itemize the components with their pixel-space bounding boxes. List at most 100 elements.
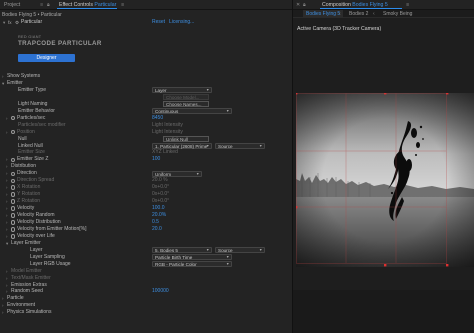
stopwatch-icon[interactable] (11, 171, 16, 176)
menu-icon[interactable]: ≡ (40, 1, 43, 9)
param-value[interactable]: 20.0 (152, 226, 162, 233)
param-dropdown[interactable]: 1. Particular (2608) Prime ▼ (152, 142, 212, 149)
twirl-closed-icon[interactable]: › (6, 288, 8, 295)
reset-link[interactable]: Reset (152, 19, 165, 26)
param-row: › Particles/sec 8450 (0, 115, 292, 122)
fx-icon[interactable]: fx (8, 19, 12, 26)
stopwatch-icon[interactable] (11, 192, 16, 197)
chevron-down-icon: ▼ (259, 248, 263, 253)
param-dropdown[interactable]: RGB - Particle Color ▼ (152, 260, 232, 268)
panel-menu-icon[interactable]: ≡ (121, 1, 124, 9)
comp-tab-bodies-flying-5[interactable]: Bodies Flying 5 (303, 10, 344, 18)
designer-button[interactable]: Designer (18, 54, 75, 62)
twirl-closed-icon[interactable]: › (6, 177, 8, 184)
param-value[interactable]: 0.5 (152, 219, 159, 226)
twirl-closed-icon[interactable]: › (6, 163, 8, 170)
param-row: ▾ Emitter (0, 80, 292, 87)
param-value[interactable]: 8450 (152, 115, 163, 122)
twirl-closed-icon[interactable]: › (2, 302, 4, 309)
composition-frame[interactable] (296, 93, 474, 267)
composition-tab-bar: ✕ 🔒︎ Composition Bodies Flying 5 ≡ (293, 0, 474, 10)
tab-project[interactable]: Project (4, 1, 20, 9)
param-dropdown[interactable]: 5. Bodies 5 ▼ (152, 247, 212, 254)
lock-icon[interactable]: 🔒︎ (303, 1, 306, 9)
param-label: Emitter Behavior (18, 107, 55, 114)
stopwatch-icon[interactable] (11, 199, 16, 204)
twirl-closed-icon[interactable]: › (6, 198, 8, 205)
panel-menu-icon[interactable]: ≡ (406, 1, 409, 9)
composition-sub-tabs: Bodies Flying 5 ‹ Bodies 2 ‹ Smoky Being (293, 10, 474, 18)
chevron-down-icon: ▼ (206, 88, 210, 93)
twirl-open-icon[interactable]: ▾ (2, 80, 4, 87)
dropdown-value: Continuous (155, 109, 179, 115)
breadcrumb: Bodies Flying 5 • Particular (2, 12, 62, 18)
param-dropdown-source[interactable]: Source ▼ (215, 247, 265, 254)
param-row: › Z Rotation 0x+0.0° (0, 198, 292, 205)
stopwatch-icon[interactable] (11, 220, 16, 225)
param-value[interactable]: 100.0 (152, 205, 165, 212)
twirl-closed-icon[interactable]: › (6, 282, 8, 289)
param-dropdown[interactable]: Layer ▼ (152, 87, 212, 94)
effect-name: Particular (21, 19, 43, 25)
comp-tab-bodies-2[interactable]: Bodies 2 (349, 10, 368, 18)
param-value: 0x+0.0° (152, 191, 170, 198)
param-value[interactable]: 20.0% (152, 212, 166, 219)
twirl-closed-icon[interactable]: › (6, 184, 8, 191)
param-row: › Emitter Size Z 100 (0, 156, 292, 163)
param-value: Light Intensity (152, 128, 183, 135)
stopwatch-icon[interactable] (11, 157, 16, 163)
stopwatch-icon[interactable] (11, 206, 16, 211)
dropdown-value: Source (218, 248, 233, 254)
twirl-closed-icon[interactable]: › (6, 191, 8, 198)
twirl-closed-icon[interactable]: › (6, 275, 8, 282)
param-dropdown[interactable]: Continuous ▼ (152, 108, 232, 115)
param-label: Direction (17, 170, 37, 177)
twirl-closed-icon[interactable]: › (6, 129, 8, 136)
visibility-icon[interactable]: ⚙ (15, 19, 19, 26)
lock-icon[interactable]: 🔒︎ (47, 1, 50, 9)
param-label: Layer RGB Usage (30, 260, 71, 267)
twirl-closed-icon[interactable]: › (6, 170, 8, 177)
twirl-closed-icon[interactable]: › (2, 73, 4, 80)
twirl-closed-icon[interactable]: › (6, 226, 8, 233)
param-label: Layer Sampling (30, 253, 65, 260)
param-button[interactable]: Choose Names... (163, 100, 209, 108)
stopwatch-icon[interactable] (11, 115, 16, 121)
twirl-closed-icon[interactable]: › (6, 212, 8, 219)
param-row: › Physics Simulations (0, 309, 292, 316)
param-label: Random Seed (11, 288, 43, 295)
param-row: Layer RGB Usage RGB - Particle Color ▼ (0, 261, 292, 268)
twirl-closed-icon[interactable]: › (6, 156, 8, 163)
param-value[interactable]: 100 (152, 156, 160, 163)
param-value[interactable]: 100000 (152, 288, 169, 295)
stopwatch-icon[interactable] (11, 185, 16, 190)
twirl-closed-icon[interactable]: › (6, 268, 8, 275)
param-label: Emitter Size Z (17, 156, 49, 163)
twirl-open-icon[interactable]: ▾ (6, 240, 8, 247)
twirl-closed-icon[interactable]: › (2, 295, 4, 302)
param-label: Linked Null (18, 142, 43, 149)
param-row: Layer 5. Bodies 5 ▼ Source ▼ (0, 247, 292, 254)
twirl-closed-icon[interactable]: › (6, 205, 8, 212)
viewer-footer-area (293, 290, 474, 333)
twirl-closed-icon[interactable]: › (6, 233, 8, 240)
param-dropdown[interactable]: Uniform ▼ (152, 170, 202, 177)
licensing-link[interactable]: Licensing... (169, 19, 194, 26)
param-label: Particles/sec modifier (18, 121, 66, 128)
param-dropdown-source[interactable]: Source ▼ (215, 142, 265, 149)
twirl-closed-icon[interactable]: › (2, 309, 4, 316)
twirl-closed-icon[interactable]: › (6, 115, 8, 122)
param-button[interactable]: Unlink Null (163, 135, 209, 143)
close-icon[interactable]: ✕ (296, 1, 300, 9)
twirl-open-icon[interactable]: ▾ (3, 19, 5, 26)
twirl-closed-icon[interactable]: › (6, 219, 8, 226)
param-dropdown[interactable]: Particle Birth Time ▼ (152, 253, 232, 261)
stopwatch-icon[interactable] (11, 227, 16, 232)
param-row: › Show Systems (0, 73, 292, 80)
stopwatch-icon[interactable] (11, 213, 16, 218)
stopwatch-icon[interactable] (11, 234, 16, 239)
stopwatch-icon[interactable] (11, 178, 16, 183)
param-row: Particles/sec modifier Light Intensity (0, 122, 292, 129)
stopwatch-icon[interactable] (11, 129, 16, 135)
comp-tab-smoky-being[interactable]: Smoky Being (383, 10, 412, 18)
